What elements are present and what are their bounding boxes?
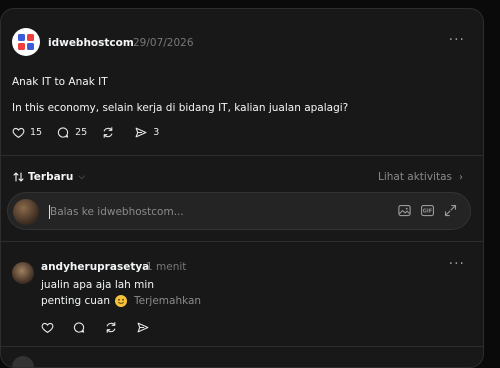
expand-icon[interactable] — [443, 203, 458, 218]
avatar — [12, 356, 34, 367]
avatar[interactable] — [12, 262, 34, 284]
comment-text-line2: penting cuan Terjemahkan — [41, 295, 201, 307]
like-button[interactable] — [41, 321, 54, 334]
author-avatar[interactable] — [12, 28, 40, 56]
more-icon[interactable]: ··· — [449, 33, 465, 47]
reply-box: GIF — [7, 192, 471, 230]
avatar — [13, 199, 39, 225]
translate-link[interactable]: Terjemahkan — [134, 295, 201, 307]
share-count: 3 — [153, 127, 160, 138]
post-body: In this economy, selain kerja di bidang … — [12, 102, 349, 114]
chevron-right-icon: › — [459, 171, 463, 183]
svg-text:GIF: GIF — [423, 209, 432, 215]
image-icon[interactable] — [397, 203, 412, 218]
thread-panel: idwebhostcom 29/07/2026 ··· Anak IT to A… — [0, 8, 484, 368]
heart-icon — [12, 127, 25, 139]
share-button[interactable] — [136, 321, 150, 334]
like-button[interactable]: 15 — [12, 126, 42, 139]
comment-count: 25 — [75, 127, 88, 138]
sort-dropdown[interactable]: Terbaru ⌵ — [12, 171, 85, 183]
reply-input[interactable] — [50, 204, 380, 220]
post-actions: 15 25 3 — [12, 126, 173, 139]
comment-text: penting cuan — [41, 295, 110, 307]
smile-emoji-icon — [115, 295, 127, 307]
divider — [1, 346, 483, 347]
comment-button[interactable] — [72, 321, 86, 334]
activity-label: Lihat aktivitas — [377, 171, 452, 183]
comment-text-line1: jualin apa aja lah min — [41, 279, 154, 291]
heart-icon — [41, 322, 54, 334]
send-icon — [137, 322, 149, 333]
comment-actions — [41, 321, 168, 334]
post-date: 29/07/2026 — [133, 37, 194, 49]
repost-button[interactable] — [104, 321, 118, 334]
sort-label: Terbaru — [28, 171, 74, 183]
repost-icon — [106, 322, 116, 333]
brand-logo-icon — [18, 34, 34, 50]
post-author[interactable]: idwebhostcom — [48, 37, 134, 49]
divider — [1, 241, 483, 242]
repost-icon — [103, 127, 113, 138]
sort-icon — [13, 172, 24, 182]
view-activity-link[interactable]: Lihat aktivitas › — [378, 171, 463, 183]
share-button[interactable]: 3 — [134, 126, 159, 139]
comment-icon — [73, 322, 85, 333]
repost-button[interactable] — [101, 126, 120, 139]
post-title: Anak IT to Anak IT — [12, 76, 108, 88]
comment-time: 1 menit — [146, 261, 187, 273]
send-icon — [135, 127, 147, 138]
chevron-down-icon: ⌵ — [78, 172, 86, 182]
comment-icon — [57, 127, 69, 138]
more-icon[interactable]: ··· — [449, 257, 465, 271]
gif-icon[interactable]: GIF — [420, 203, 435, 218]
comment-author[interactable]: andyheruprasetya — [41, 261, 149, 273]
comment-button[interactable]: 25 — [56, 126, 87, 139]
like-count: 15 — [30, 127, 43, 138]
reply-toolbar: GIF — [389, 203, 458, 218]
divider — [1, 155, 483, 156]
